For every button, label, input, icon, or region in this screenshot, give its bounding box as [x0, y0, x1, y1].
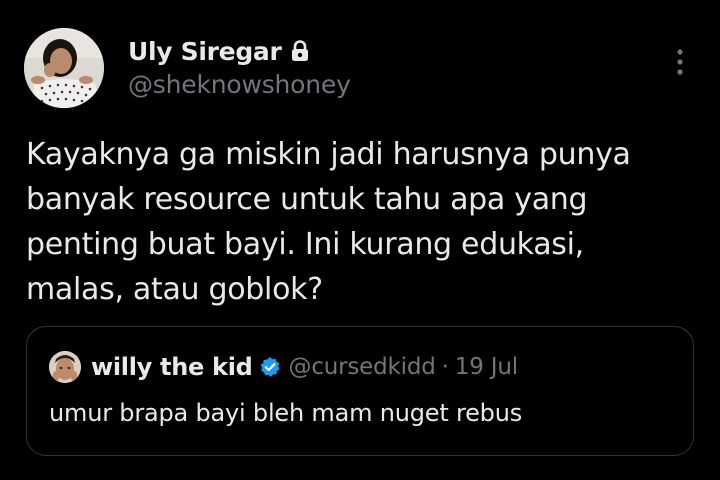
quoted-date[interactable]: 19 Jul	[455, 354, 518, 380]
quoted-tweet-header: willy the kid @cursedkidd · 19 Jul	[49, 351, 518, 383]
author-handle[interactable]: @sheknowshoney	[128, 70, 351, 99]
quoted-tweet-text: umur brapa bayi bleh mam nuget rebus	[49, 399, 523, 427]
quoted-tweet[interactable]: willy the kid @cursedkidd · 19 Jul umur …	[26, 326, 694, 456]
separator-dot: ·	[441, 354, 449, 380]
author-name-row: Uly Siregar	[128, 34, 310, 68]
author-avatar[interactable]	[24, 28, 104, 108]
profile-photo	[24, 28, 104, 108]
quoted-profile-photo	[49, 351, 81, 383]
quoted-author-avatar[interactable]	[49, 351, 81, 383]
lock-icon	[290, 40, 310, 62]
tweet: Uly Siregar @sheknowshoney Kayaknya ga m…	[0, 0, 720, 480]
more-options-button[interactable]	[664, 44, 696, 80]
more-vertical-icon	[677, 49, 683, 75]
verified-badge-icon	[260, 357, 280, 377]
tweet-text: Kayaknya ga miskin jadi harusnya punya b…	[26, 137, 631, 307]
quoted-handle[interactable]: @cursedkidd	[289, 354, 436, 380]
author-display-name[interactable]: Uly Siregar	[128, 37, 282, 66]
quoted-display-name[interactable]: willy the kid	[91, 353, 253, 381]
